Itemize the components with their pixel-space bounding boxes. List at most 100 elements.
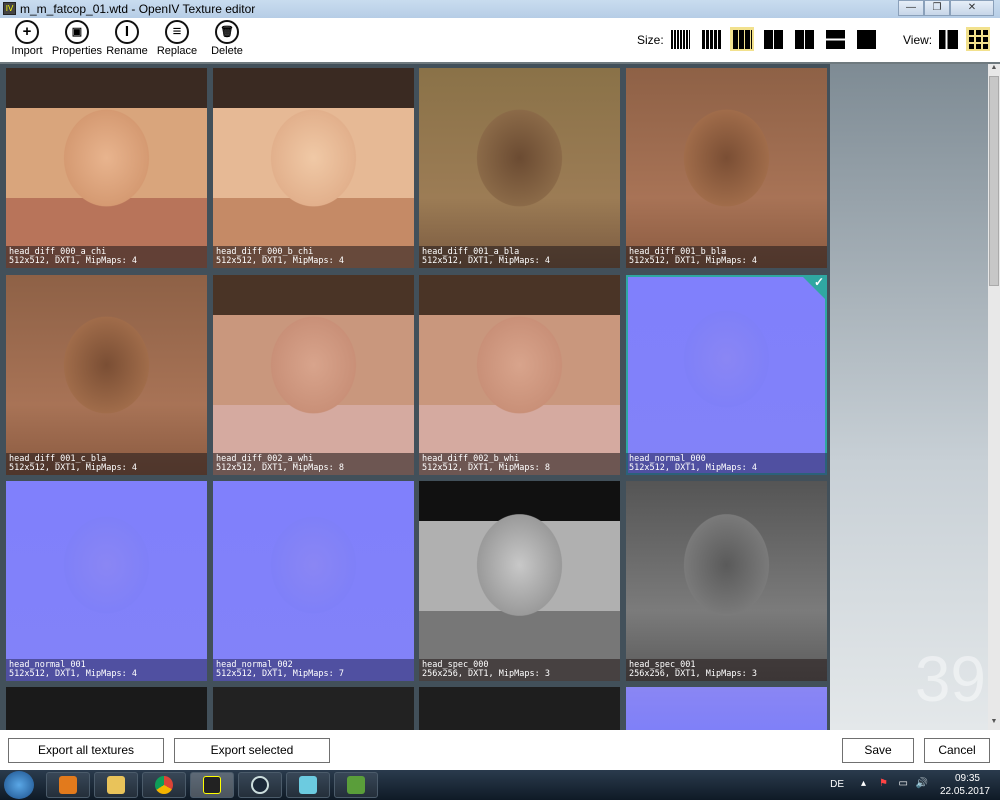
- texture-caption: head_diff_000_a_chi 512x512, DXT1, MipMap…: [6, 246, 207, 268]
- minimize-button[interactable]: —: [898, 0, 924, 16]
- openiv-app-icon: IV: [3, 2, 16, 15]
- texture-grid: head_diff_000_a_chi 512x512, DXT1, MipMap…: [0, 64, 830, 730]
- texture-caption: head_diff_001_c_bla 512x512, DXT1, MipMap…: [6, 453, 207, 475]
- trash-icon: 🗑: [215, 20, 239, 44]
- texture-tile[interactable]: head_diff_002_b_whi 512x512, DXT1, MipMap…: [419, 275, 620, 475]
- texture-tile[interactable]: head_spec_000 256x256, DXT1, MipMaps: 3: [419, 481, 620, 681]
- texture-caption: head_normal_001 512x512, DXT1, MipMaps: 4: [6, 659, 207, 681]
- texture-caption: head_normal_002 512x512, DXT1, MipMaps: 7: [213, 659, 414, 681]
- scrollbar[interactable]: ▲ ▼: [988, 64, 1000, 730]
- export-all-button[interactable]: Export all textures: [8, 738, 164, 763]
- scroll-up-icon[interactable]: ▲: [988, 64, 1000, 76]
- taskbar-steam[interactable]: [238, 772, 282, 798]
- texture-info: 512x512, DXT1, MipMaps: 8: [422, 463, 550, 473]
- toolbar: + Import ▣ Properties I Rename ≡ Replace 🗑 De…: [0, 18, 1000, 62]
- taskbar-app-2[interactable]: [334, 772, 378, 798]
- texture-caption: head_diff_001_a_bla 512x512, DXT1, MipMap…: [419, 246, 620, 268]
- window-title: m_m_fatcop_01.wtd - OpenIV Texture edito…: [20, 2, 256, 16]
- texture-tile[interactable]: head_diff_001_c_bla 512x512, DXT1, MipMap…: [6, 275, 207, 475]
- taskbar: DE ▴ ⚑ ▭ 🔊 09:35 22.05.2017: [0, 770, 1000, 800]
- texture-tile[interactable]: head_diff_000_a_chi 512x512, DXT1, MipMap…: [6, 68, 207, 268]
- clock-time[interactable]: 09:35: [955, 773, 980, 784]
- texture-tile[interactable]: head_diff_000_b_chi 512x512, DXT1, MipMap…: [213, 68, 414, 268]
- grid-size-icon: [763, 29, 783, 49]
- scrollbar-thumb[interactable]: [989, 76, 999, 286]
- size-option-2[interactable]: [699, 27, 723, 51]
- size-option-7[interactable]: [854, 27, 878, 51]
- taskbar-chrome[interactable]: [142, 772, 186, 798]
- size-option-4[interactable]: [761, 27, 785, 51]
- texture-tile-partial[interactable]: [419, 687, 620, 730]
- grid-size-icon: [856, 29, 876, 49]
- save-button[interactable]: Save: [842, 738, 914, 763]
- view-list-icon: [938, 29, 958, 49]
- import-label: Import: [11, 45, 43, 57]
- texture-info: 512x512, DXT1, MipMaps: 4: [422, 256, 550, 266]
- cancel-button[interactable]: Cancel: [924, 738, 990, 763]
- size-option-3[interactable]: [730, 27, 754, 51]
- restore-button[interactable]: ❐: [924, 0, 950, 16]
- delete-button[interactable]: 🗑 Delete: [208, 20, 246, 57]
- language-indicator[interactable]: DE: [830, 779, 844, 790]
- properties-label: Properties: [51, 45, 103, 57]
- taskbar-app[interactable]: [286, 772, 330, 798]
- texture-tile[interactable]: head_spec_001 256x256, DXT1, MipMaps: 3: [626, 481, 827, 681]
- texture-tile[interactable]: head_diff_001_a_bla 512x512, DXT1, MipMap…: [419, 68, 620, 268]
- import-button[interactable]: + Import: [8, 20, 46, 57]
- close-button[interactable]: ✕: [950, 0, 994, 16]
- grid-size-icon: [670, 29, 690, 49]
- texture-info: 512x512, DXT1, MipMaps: 4: [629, 463, 757, 473]
- replace-label: Replace: [156, 45, 198, 57]
- export-selected-button[interactable]: Export selected: [174, 738, 330, 763]
- rename-button[interactable]: I Rename: [105, 20, 149, 57]
- texture-caption: head_spec_000 256x256, DXT1, MipMaps: 3: [419, 659, 620, 681]
- view-grid-button[interactable]: [966, 27, 990, 51]
- properties-button[interactable]: ▣ Properties: [50, 20, 104, 57]
- view-grid-icon: [968, 29, 988, 49]
- texture-info: 256x256, DXT1, MipMaps: 3: [422, 669, 550, 679]
- texture-info: 512x512, DXT1, MipMaps: 4: [216, 256, 344, 266]
- texture-caption: head_diff_002_a_whi 512x512, DXT1, MipMap…: [213, 453, 414, 475]
- texture-tile[interactable]: head_normal_001 512x512, DXT1, MipMaps: 4: [6, 481, 207, 681]
- taskbar-explorer[interactable]: [94, 772, 138, 798]
- texture-caption: head_diff_001_b_bla 512x512, DXT1, MipMap…: [626, 246, 827, 268]
- grid-size-icon: [794, 29, 814, 49]
- texture-tile-partial[interactable]: [213, 687, 414, 730]
- action-center-flag-icon[interactable]: ⚑: [879, 778, 888, 789]
- view-label: View:: [903, 33, 933, 47]
- network-icon[interactable]: ▭: [899, 778, 908, 789]
- taskbar-media-player[interactable]: [46, 772, 90, 798]
- size-option-5[interactable]: [792, 27, 816, 51]
- volume-icon[interactable]: 🔊: [916, 778, 928, 789]
- properties-icon: ▣: [65, 20, 89, 44]
- texture-tile[interactable]: head_diff_002_a_whi 512x512, DXT1, MipMap…: [213, 275, 414, 475]
- scroll-down-icon[interactable]: ▼: [988, 718, 1000, 730]
- taskbar-openiv[interactable]: [190, 772, 234, 798]
- texture-info: 256x256, DXT1, MipMaps: 3: [629, 669, 757, 679]
- texture-caption: head_diff_002_b_whi 512x512, DXT1, MipMap…: [419, 453, 620, 475]
- texture-caption: head_normal_000 512x512, DXT1, MipMaps: 4: [626, 453, 827, 475]
- bottom-bar: Export all textures Export selected Save…: [0, 730, 1000, 770]
- plus-icon: +: [15, 20, 39, 44]
- tray-expand-icon[interactable]: ▴: [861, 778, 866, 789]
- replace-button[interactable]: ≡ Replace: [155, 20, 199, 57]
- windows-start-button[interactable]: [4, 771, 34, 799]
- texture-tile-partial[interactable]: [626, 687, 827, 730]
- texture-info: 512x512, DXT1, MipMaps: 4: [9, 669, 137, 679]
- rename-label: Rename: [106, 45, 148, 57]
- texture-caption: head_spec_001 256x256, DXT1, MipMaps: 3: [626, 659, 827, 681]
- view-list-button[interactable]: [936, 27, 960, 51]
- texture-count: 39: [914, 643, 986, 715]
- texture-tile[interactable]: ✓ head_normal_000 512x512, DXT1, MipMaps: …: [626, 275, 827, 475]
- size-option-1[interactable]: [668, 27, 692, 51]
- clock-date[interactable]: 22.05.2017: [940, 786, 990, 797]
- delete-label: Delete: [211, 45, 243, 57]
- texture-info: 512x512, DXT1, MipMaps: 4: [629, 256, 757, 266]
- texture-panel: head_diff_000_a_chi 512x512, DXT1, MipMap…: [0, 62, 1000, 730]
- texture-tile[interactable]: head_normal_002 512x512, DXT1, MipMaps: 7: [213, 481, 414, 681]
- texture-tile[interactable]: head_diff_001_b_bla 512x512, DXT1, MipMap…: [626, 68, 827, 268]
- texture-info: 512x512, DXT1, MipMaps: 4: [9, 463, 137, 473]
- size-option-6[interactable]: [823, 27, 847, 51]
- grid-size-icon: [732, 29, 752, 49]
- texture-tile-partial[interactable]: [6, 687, 207, 730]
